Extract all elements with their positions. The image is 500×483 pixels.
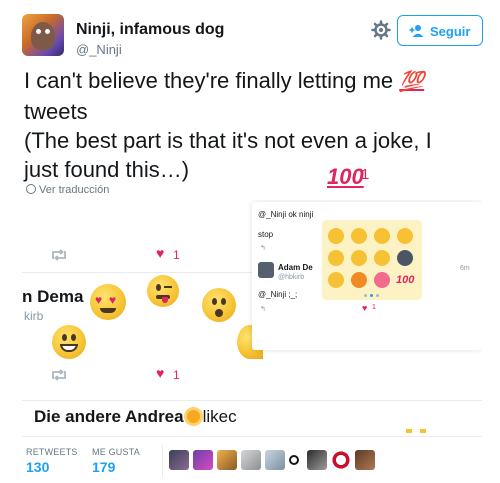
retweet-icon[interactable] [50,369,68,381]
stop-text: stop [258,230,274,239]
tweet-header: Ninji, infamous dog @_Ninji Seguir [22,12,483,60]
picker-emoji[interactable] [328,272,344,288]
emoji-tongue [162,297,168,303]
emoji-mouth [215,309,223,317]
crown-icon [420,429,426,433]
reply-arrow-icon[interactable]: ↰ [260,305,266,313]
page-dot[interactable] [364,294,367,297]
heart-eye-right: ♥ [109,293,117,307]
phone-time: 6m [460,265,470,272]
reply-header: @_Ninji ok ninji [258,210,314,219]
divider [162,445,163,477]
phone-like-count: 1 [372,304,376,311]
tweet-stats: RETWEETS 130 ME GUSTA 179 [22,436,482,481]
globe-icon [26,184,36,194]
picker-hundred-emoji[interactable]: 100 [396,274,414,286]
reply-arrow-icon[interactable]: ↰ [260,244,266,252]
heart-icon[interactable]: ♥ [156,365,164,381]
user-name-partial: n Dema [22,287,84,306]
liker-avatar[interactable] [331,450,351,470]
user-handle[interactable]: @_Ninji [76,42,122,57]
winking-tongue-emoji [147,275,179,307]
crown-icon [406,429,412,433]
like-count: 1 [173,368,180,382]
heart-icon[interactable]: ♥ [156,245,164,261]
page-dot-active[interactable] [370,294,373,297]
picker-emoji[interactable] [351,272,367,288]
likes-count[interactable]: 179 [92,459,115,475]
picker-emoji[interactable] [351,228,367,244]
emoji-eye [212,298,217,305]
picker-emoji[interactable] [351,250,367,266]
avatar-eye-right [45,29,50,34]
translate-link[interactable]: Ver traducción [26,184,109,196]
user-name[interactable]: Ninji, infamous dog [76,21,224,39]
hundred-points-emoji: 💯 [399,71,425,93]
liker-avatar[interactable] [355,450,375,470]
retweet-icon[interactable] [50,249,68,261]
picker-emoji[interactable] [374,272,390,288]
surprised-emoji [202,288,236,322]
emoji-eye [62,334,67,341]
liker-avatar[interactable] [307,450,327,470]
emoji-mouth [60,344,78,352]
tweet-line-4: just found this…) [24,157,190,182]
translate-label: Ver traducción [39,184,110,196]
page-dot[interactable] [376,294,379,297]
liker-avatar[interactable] [241,450,261,470]
like-count: 1 [173,248,180,262]
add-user-icon [409,25,424,37]
gear-icon[interactable] [371,20,391,40]
avatar-eye-left [36,29,41,34]
activity-verb: likec [202,407,237,426]
phone-user-handle: @hbkirb [278,274,305,281]
emoji-wink [164,286,172,288]
emoji-eye [156,284,161,291]
emoji-eye [221,298,226,305]
divider [22,400,482,401]
picker-emoji[interactable] [397,228,413,244]
liker-avatar[interactable] [217,450,237,470]
emoji-picker[interactable]: 100 [322,220,422,300]
picker-emoji[interactable] [328,228,344,244]
likes-label[interactable]: ME GUSTA [92,447,140,457]
tweet-line-2: tweets [24,99,88,124]
tweet-line-1: I can't believe they're finally letting … [24,68,394,93]
emoji-mouth [100,308,116,313]
retweets-label[interactable]: RETWEETS [26,447,78,457]
picker-emoji[interactable] [374,250,390,266]
hundred-count: 1 [361,166,370,183]
liker-avatar[interactable] [193,450,213,470]
liker-avatar[interactable] [169,450,189,470]
picker-emoji[interactable] [397,250,413,266]
picker-emoji[interactable] [374,228,390,244]
liker-avatar[interactable] [265,450,285,470]
liker-avatar[interactable] [289,455,299,465]
hundred-points-emoji-large: 100 [327,164,364,189]
follow-button-label: Seguir [430,24,471,39]
user-handle-partial: kirb [24,309,44,323]
tweet-line-3: (The best part is that it's not even a j… [24,128,432,153]
grinning-emoji [52,325,86,359]
heart-eyes-emoji: ♥ ♥ [90,284,126,320]
sun-icon [186,410,200,423]
tweet-text: I can't believe they're finally letting … [24,66,484,184]
emoji-eye [71,334,76,341]
activity-text: Die andere Andrea likec [34,407,237,427]
tweet-media[interactable]: ♥ 1 n Dema kirb ♥ ♥ @_Ninji ok ninji sto… [22,200,482,438]
heart-eye-left: ♥ [95,293,103,307]
avatar[interactable] [22,14,64,56]
avatar[interactable] [258,262,274,278]
phone-screenshot: @_Ninji ok ninji stop ↰ 100 Adam De @hbk… [252,202,482,350]
activity-user-name: Die andere Andrea [34,407,184,426]
retweets-count[interactable]: 130 [26,459,49,475]
heart-icon[interactable]: ♥ [362,303,367,313]
avatar-face [31,22,55,50]
picker-emoji[interactable] [328,250,344,266]
phone-user-name: Adam De [278,263,313,272]
phone-reply-text: @_Ninji ;_; [258,290,298,299]
follow-button[interactable]: Seguir [397,15,483,46]
